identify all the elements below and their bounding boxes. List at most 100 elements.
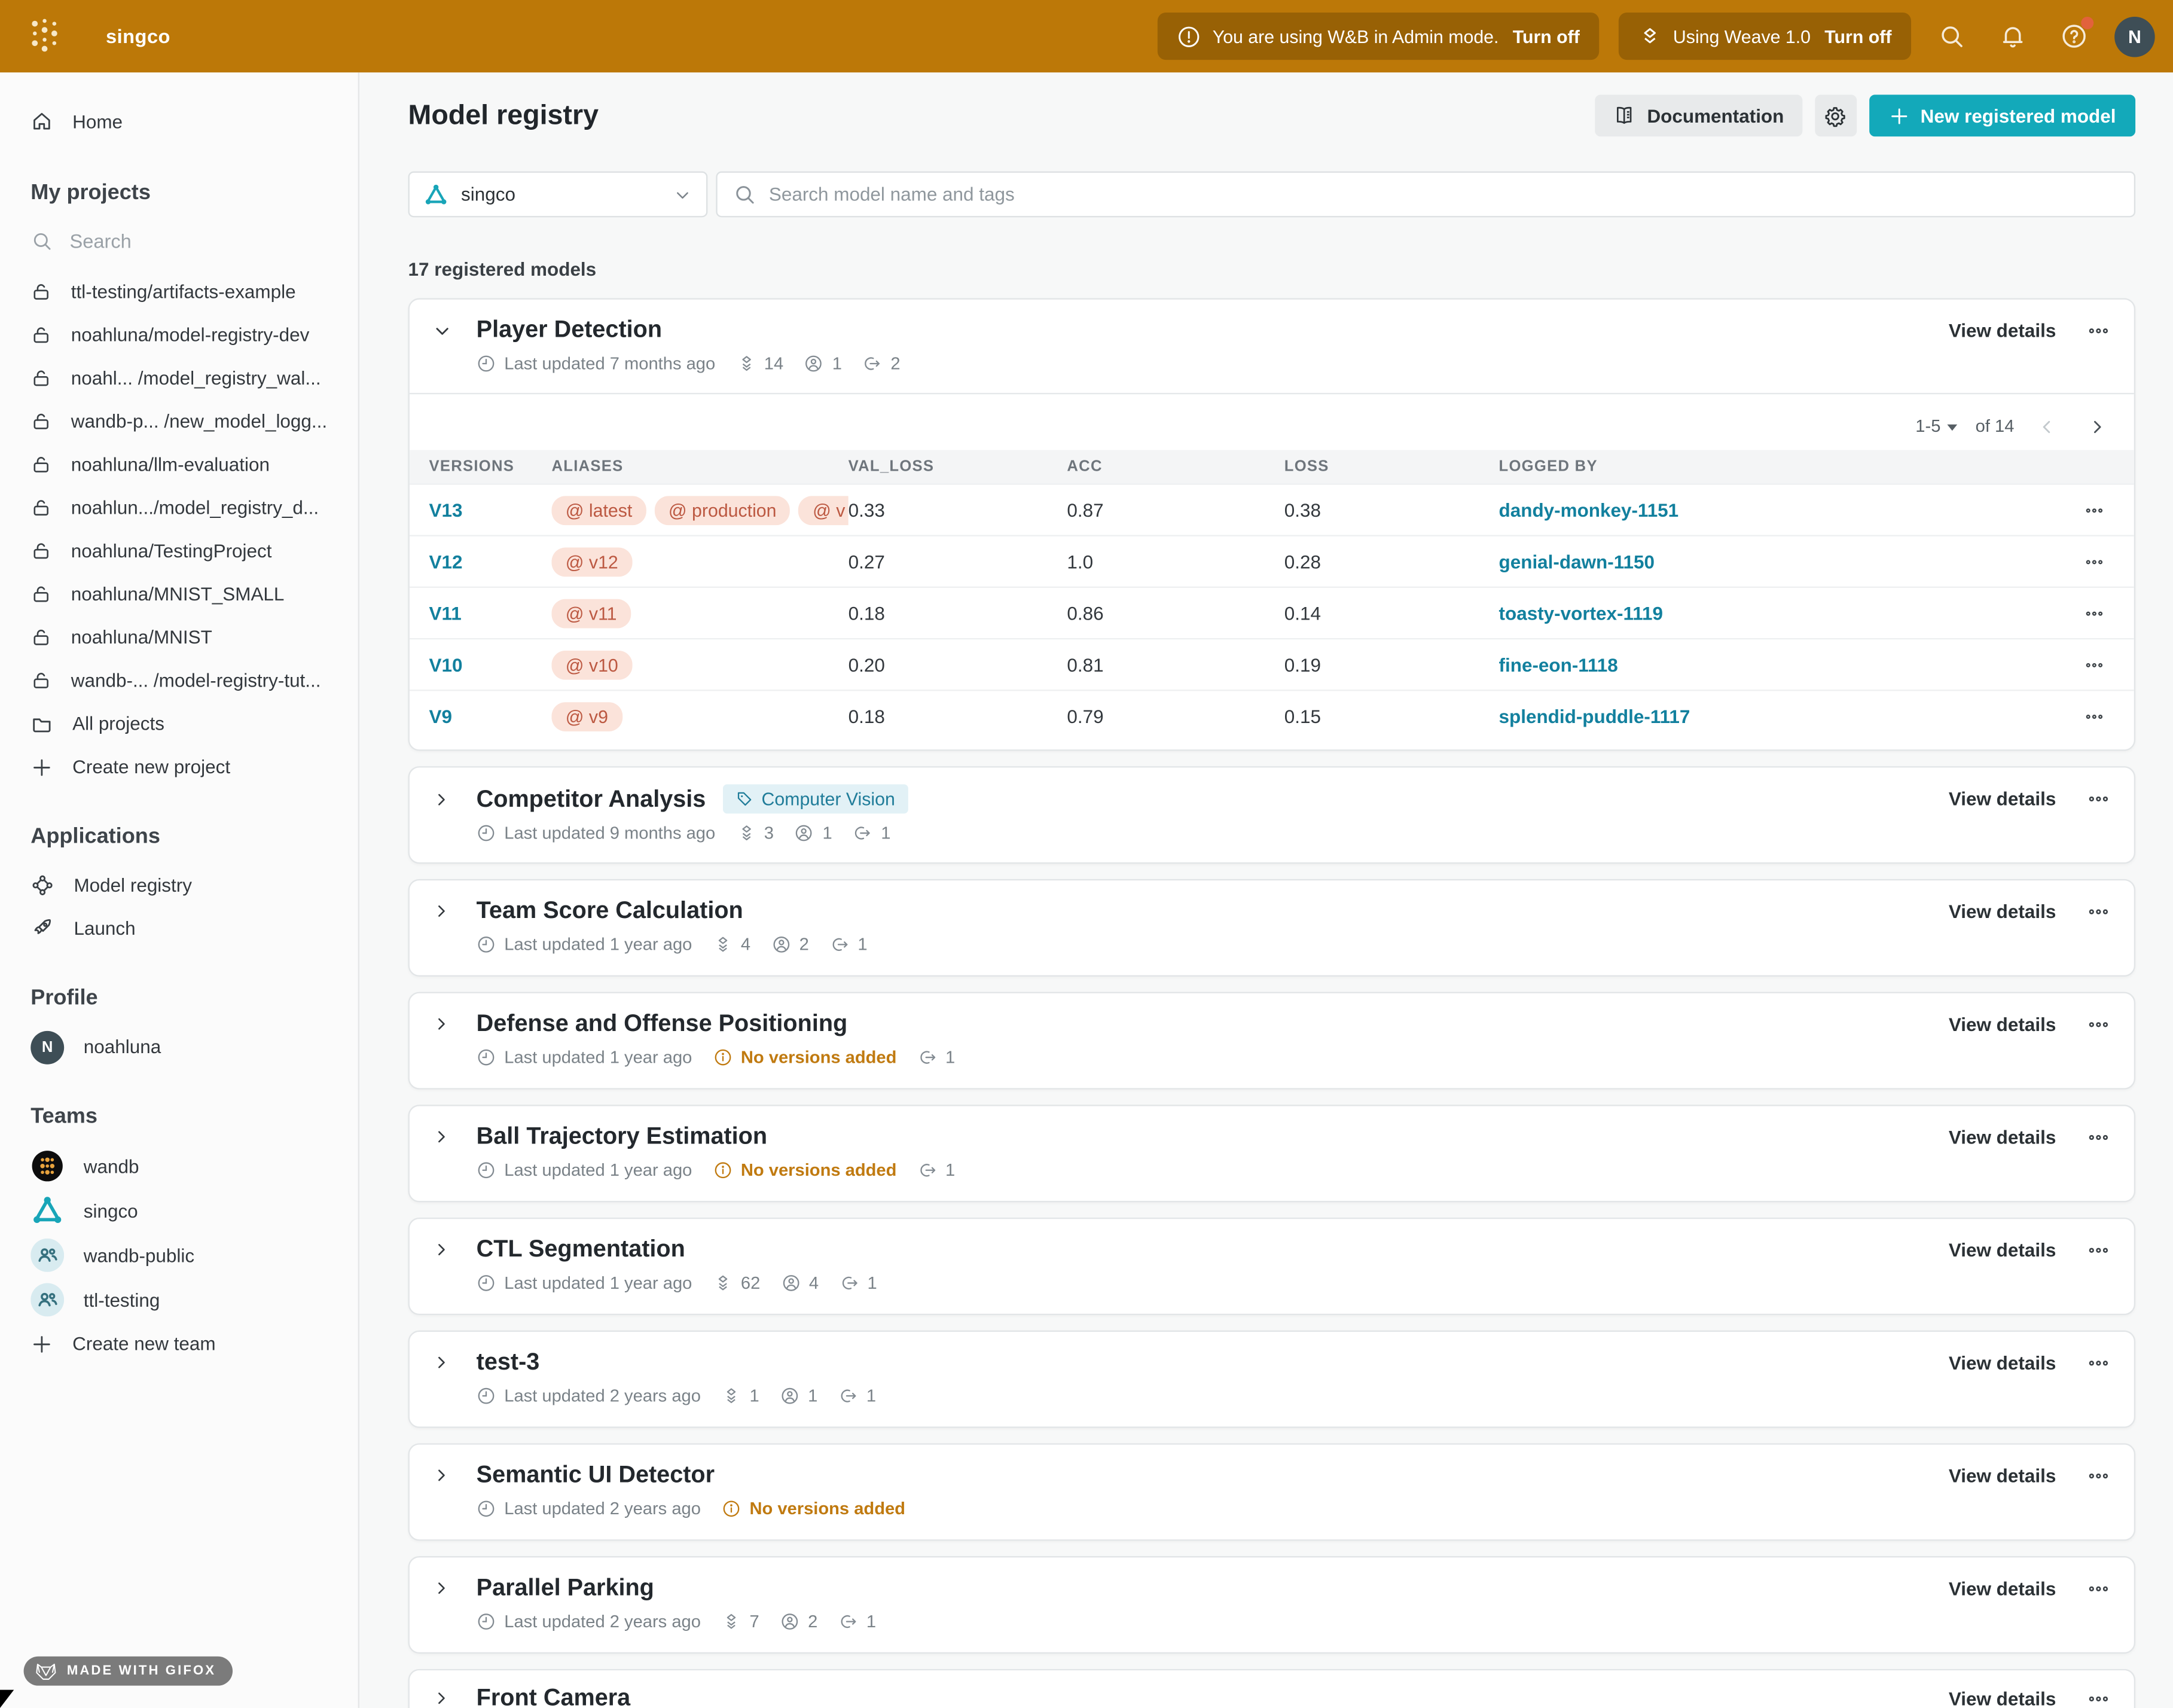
chevron-down-icon[interactable] [432,320,462,341]
chevron-right-icon[interactable] [432,1127,462,1147]
overflow-menu-button[interactable] [2081,318,2114,342]
settings-gear-button[interactable] [1815,94,1857,136]
wandb-logo-icon[interactable] [22,13,69,60]
sidebar-team-item[interactable]: wandb [0,1144,358,1189]
sidebar-item-all-projects[interactable]: All projects [0,702,358,745]
sidebar-project-item[interactable]: noahl... /model_registry_wal... [0,356,358,399]
sidebar-team-item[interactable]: singco [0,1188,358,1233]
view-details-link[interactable]: View details [1949,788,2056,809]
overflow-menu-button[interactable] [2081,899,2114,923]
version-link[interactable]: V13 [429,499,462,520]
row-overflow-menu-button[interactable] [2073,499,2114,520]
overflow-menu-button[interactable] [2081,1350,2114,1374]
chevron-right-icon[interactable] [432,789,462,809]
last-updated: Last updated 1 year ago [477,935,692,954]
model-name[interactable]: Player Detection [477,316,662,344]
row-overflow-menu-button[interactable] [2073,706,2114,727]
sidebar-project-item[interactable]: noahluna/TestingProject [0,529,358,572]
sidebar-search[interactable]: Search [0,220,358,262]
user-avatar[interactable]: N [2114,16,2155,57]
chevron-right-icon[interactable] [432,1240,462,1259]
view-details-link[interactable]: View details [1949,1126,2056,1147]
overflow-menu-button[interactable] [2081,787,2114,811]
sidebar-project-item[interactable]: noahluna/MNIST_SMALL [0,572,358,615]
overflow-menu-button[interactable] [2081,1463,2114,1487]
logged-by-run-link[interactable]: dandy-monkey-1151 [1499,499,1679,520]
sidebar-project-item[interactable]: noahlun.../model_registry_d... [0,486,358,529]
model-search-box [716,172,2135,218]
view-details-link[interactable]: View details [1949,1465,2056,1486]
chevron-right-icon[interactable] [432,901,462,921]
view-details-link[interactable]: View details [1949,1688,2056,1708]
chevron-right-icon[interactable] [432,1014,462,1034]
logged-by-run-link[interactable]: toasty-vortex-1119 [1499,603,1663,624]
model-name[interactable]: Ball Trajectory Estimation [477,1123,767,1151]
sidebar-team-item[interactable]: ttl-testing [0,1277,358,1322]
chevron-right-icon[interactable] [432,1688,462,1708]
sidebar-item-model-registry[interactable]: Model registry [0,864,358,907]
team-selector-dropdown[interactable]: singco [408,172,708,218]
versions-count: 4 [713,935,750,954]
overflow-menu-button[interactable] [2081,1125,2114,1149]
sidebar-item-create-team[interactable]: Create new team [0,1322,358,1365]
version-link[interactable]: V12 [429,551,462,572]
overflow-menu-button[interactable] [2081,1576,2114,1600]
create-team-label: Create new team [72,1333,216,1354]
model-name[interactable]: Parallel Parking [477,1574,654,1602]
pagination-prev-button[interactable] [2028,408,2065,445]
chevron-right-icon[interactable] [432,1466,462,1486]
view-details-link[interactable]: View details [1949,1578,2056,1599]
overflow-menu-button[interactable] [2081,1686,2114,1708]
weave-turn-off-link[interactable]: Turn off [1824,26,1891,47]
sidebar-project-item[interactable]: noahluna/llm-evaluation [0,443,358,486]
model-name[interactable]: test-3 [477,1349,540,1377]
view-details-link[interactable]: View details [1949,901,2056,922]
model-name[interactable]: Competitor Analysis [477,785,706,813]
notifications-bell-icon[interactable] [1992,16,2034,57]
logged-by-run-link[interactable]: fine-eon-1118 [1499,654,1618,675]
admin-turn-off-link[interactable]: Turn off [1513,26,1580,47]
chevron-right-icon[interactable] [432,1353,462,1372]
sidebar-project-item[interactable]: noahluna/model-registry-dev [0,313,358,356]
sidebar-project-item[interactable]: wandb-p... /new_model_logg... [0,400,358,443]
pagination-range-dropdown[interactable]: 1-5 [1915,417,1958,437]
view-details-link[interactable]: View details [1949,1352,2056,1373]
view-details-link[interactable]: View details [1949,320,2056,341]
sidebar-project-item[interactable]: wandb-... /model-registry-tut... [0,659,358,702]
pagination-next-button[interactable] [2079,408,2115,445]
launch-label: Launch [74,918,135,939]
version-link[interactable]: V9 [429,706,451,727]
sidebar-project-item[interactable]: ttl-testing/artifacts-example [0,270,358,313]
sidebar-item-home[interactable]: Home [0,97,358,145]
model-search-input[interactable] [769,184,2119,205]
documentation-button[interactable]: Documentation [1595,94,1802,136]
chevron-right-icon[interactable] [432,1578,462,1598]
row-overflow-menu-button[interactable] [2073,551,2114,572]
sidebar-team-item[interactable]: wandb-public [0,1233,358,1278]
sidebar-item-launch[interactable]: Launch [0,907,358,950]
sidebar-item-create-project[interactable]: Create new project [0,745,358,788]
view-details-link[interactable]: View details [1949,1239,2056,1260]
overflow-menu-button[interactable] [2081,1012,2114,1036]
current-team-name[interactable]: singco [106,25,170,47]
model-name[interactable]: Team Score Calculation [477,897,743,925]
sidebar-project-item[interactable]: noahluna/MNIST [0,616,358,659]
view-details-link[interactable]: View details [1949,1014,2056,1035]
links-count: 1 [853,824,891,843]
profile-heading: Profile [0,986,358,1011]
model-name[interactable]: Defense and Offense Positioning [477,1010,848,1038]
row-overflow-menu-button[interactable] [2073,654,2114,675]
row-overflow-menu-button[interactable] [2073,603,2114,624]
logged-by-run-link[interactable]: splendid-puddle-1117 [1499,706,1690,727]
help-icon[interactable] [2053,16,2095,57]
overflow-menu-button[interactable] [2081,1238,2114,1262]
logged-by-run-link[interactable]: genial-dawn-1150 [1499,551,1655,572]
version-link[interactable]: V11 [429,603,461,624]
version-link[interactable]: V10 [429,654,462,675]
model-name[interactable]: CTL Segmentation [477,1236,685,1264]
model-name[interactable]: Semantic UI Detector [477,1462,715,1490]
sidebar-item-profile[interactable]: N noahluna [0,1026,358,1069]
model-name[interactable]: Front Camera [477,1684,630,1708]
search-icon[interactable] [1931,16,1973,57]
new-registered-model-button[interactable]: New registered model [1869,94,2135,136]
